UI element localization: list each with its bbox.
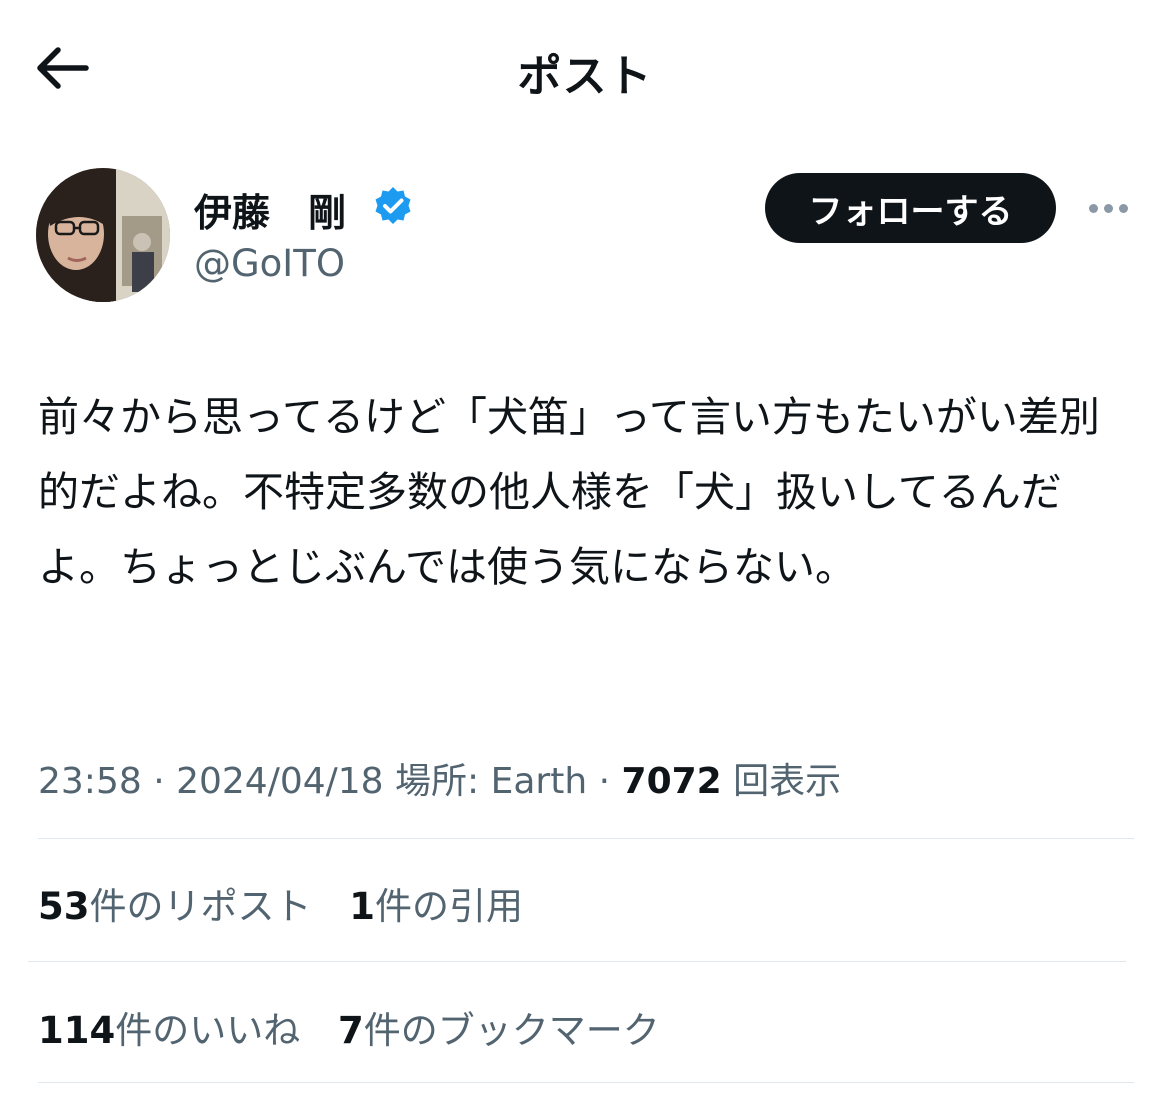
divider bbox=[28, 961, 1126, 962]
tweet-meta: 23:58 · 2024/04/18 場所: Earth · 7072 回表示 bbox=[38, 752, 841, 804]
meta-separator: · bbox=[587, 761, 622, 802]
reposts-count: 53 bbox=[38, 885, 90, 928]
likes-stat[interactable]: 114件のいいね bbox=[38, 1009, 300, 1052]
views-count: 7072 bbox=[621, 761, 722, 802]
tweet-text: 前々から思ってるけど「犬笛」って言い方もたいがい差別的だよね。不特定多数の他人様… bbox=[38, 393, 1100, 591]
quotes-count: 1 bbox=[349, 885, 376, 928]
likes-count: 114 bbox=[38, 1009, 116, 1052]
bookmarks-count: 7 bbox=[338, 1009, 364, 1052]
more-horizontal-icon bbox=[1118, 203, 1128, 213]
avatar-photo bbox=[36, 168, 170, 302]
top-bar: ポスト bbox=[0, 0, 1170, 136]
divider bbox=[38, 838, 1134, 839]
more-options-button[interactable] bbox=[1080, 190, 1136, 226]
quotes-stat[interactable]: 1件の引用 bbox=[349, 885, 523, 928]
reposts-label: 件のリポスト bbox=[89, 885, 312, 928]
reposts-stat[interactable]: 53件のリポスト bbox=[38, 885, 312, 928]
bookmarks-label: 件のブックマーク bbox=[363, 1009, 660, 1052]
display-name[interactable]: 伊藤 剛 bbox=[194, 182, 346, 237]
meta-separator: · bbox=[141, 761, 177, 802]
tweet-date[interactable]: 2024/04/18 bbox=[176, 761, 384, 802]
divider bbox=[38, 1082, 1134, 1083]
views-label: 回表示 bbox=[733, 761, 842, 802]
repost-stats-row: 53件のリポスト 1件の引用 bbox=[38, 876, 523, 930]
verified-badge-icon bbox=[375, 187, 411, 224]
page-title: ポスト bbox=[517, 51, 653, 102]
likes-label: 件のいいね bbox=[115, 1009, 301, 1052]
tweet-location: 場所: Earth bbox=[395, 761, 588, 802]
more-horizontal-icon bbox=[1088, 203, 1098, 213]
avatar[interactable] bbox=[36, 168, 170, 302]
quotes-label: 件の引用 bbox=[375, 885, 524, 928]
tweet-time[interactable]: 23:58 bbox=[38, 761, 142, 802]
like-stats-row: 114件のいいね 7件のブックマーク bbox=[38, 1000, 660, 1054]
more-horizontal-icon bbox=[1103, 203, 1113, 213]
follow-button[interactable]: フォローする bbox=[765, 173, 1056, 243]
user-handle[interactable]: @GoITO bbox=[194, 242, 345, 285]
bookmarks-stat[interactable]: 7件のブックマーク bbox=[338, 1009, 660, 1052]
